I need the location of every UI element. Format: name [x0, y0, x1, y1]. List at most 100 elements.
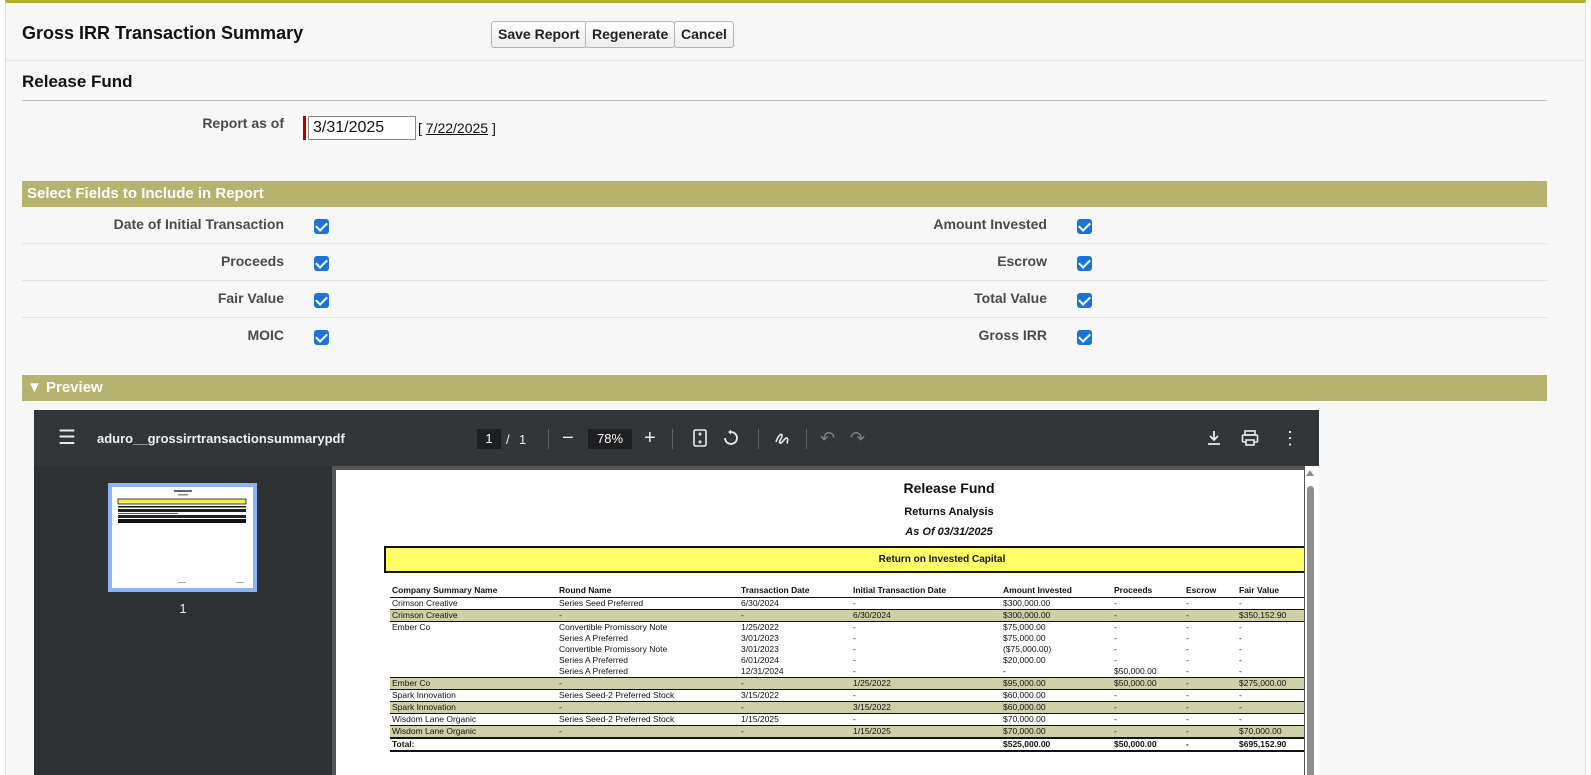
table-cell: Ember Co	[392, 621, 431, 632]
report-date-input[interactable]	[308, 116, 416, 140]
download-icon[interactable]	[1206, 429, 1222, 450]
field-label-fair-value: Fair Value	[217, 290, 284, 306]
table-cell: $50,000.00	[1114, 665, 1157, 676]
table-cell: 3/01/2023	[741, 643, 779, 654]
checkbox-moic[interactable]	[314, 330, 329, 345]
page-total: 1	[519, 432, 527, 447]
table-cell: -	[853, 621, 856, 632]
pdf-toolbar: ☰ aduro__grossirrtransactionsummarypdf 1…	[34, 410, 1319, 466]
page-thumbnail[interactable]	[108, 483, 257, 592]
table-cell: Crimson Creative	[390, 608, 557, 622]
preview-section-toggle[interactable]: ▼ Preview	[22, 375, 1547, 401]
table-cell: -	[739, 676, 851, 690]
column-header: Proceeds	[1112, 584, 1184, 598]
rotate-icon[interactable]	[722, 429, 740, 450]
table-cell: Series Seed-2 Preferred Stock	[559, 713, 675, 724]
table-cell	[557, 736, 739, 752]
table-cell: -	[1186, 632, 1189, 643]
table-cell: Series Seed Preferred	[559, 597, 644, 608]
table-cell: -	[1184, 676, 1237, 690]
report-as-of-label: Report as of	[202, 115, 284, 131]
summary-row: Spark Innovation - -3/15/2022 $60,000.00- - -	[390, 700, 1304, 714]
undo-icon[interactable]: ↶	[820, 429, 835, 447]
column-header: Escrow	[1184, 584, 1237, 598]
table-cell: $20,000.00	[1003, 654, 1046, 665]
table-cell: 3/15/2022	[851, 700, 1001, 714]
pdf-viewer: ☰ aduro__grossirrtransactionsummarypdf 1…	[34, 410, 1319, 775]
zoom-in-icon[interactable]: +	[644, 428, 656, 448]
section-divider	[22, 100, 1547, 101]
column-header: Amount Invested	[1001, 584, 1112, 598]
pdf-page: Release Fund Returns Analysis As Of 03/3…	[336, 470, 1304, 775]
redo-icon[interactable]: ↷	[850, 429, 865, 447]
table-cell: ($75,000.00)	[1003, 643, 1052, 654]
more-icon[interactable]: ⋮	[1281, 429, 1299, 447]
table-cell: $300,000.00	[1001, 608, 1112, 622]
checkbox-fair-value[interactable]	[314, 293, 329, 308]
table-cell: -	[1114, 654, 1117, 665]
page-number-input[interactable]: 1	[477, 429, 501, 449]
table-cell: $50,000.00	[1112, 676, 1184, 690]
column-header: Initial Transaction Date	[851, 584, 1001, 598]
table-cell: -	[853, 597, 856, 608]
table-cell: Series Seed-2 Preferred Stock	[559, 689, 675, 700]
table-cell: -	[853, 713, 856, 724]
table-cell: -	[1114, 689, 1117, 700]
table-cell: -	[1239, 654, 1242, 665]
checkbox-total-value[interactable]	[1077, 293, 1092, 308]
field-label-amount-invested: Amount Invested	[933, 216, 1047, 232]
table-cell: $70,000.00	[1003, 713, 1046, 724]
table-cell: -	[739, 724, 851, 738]
table-cell	[390, 655, 557, 666]
table-cell: Wisdom Lane Organic	[390, 724, 557, 738]
checkbox-amount-invested[interactable]	[1077, 219, 1092, 234]
fit-page-icon[interactable]	[692, 429, 708, 450]
field-label-gross-irr: Gross IRR	[978, 327, 1047, 343]
table-cell: -	[1186, 713, 1189, 724]
annotate-icon[interactable]	[774, 429, 792, 450]
regenerate-button[interactable]: Regenerate	[585, 21, 676, 48]
table-cell: -	[1186, 654, 1189, 665]
checkbox-proceeds[interactable]	[314, 256, 329, 271]
table-cell: -	[1239, 632, 1242, 643]
table-cell	[390, 644, 557, 655]
table-cell: -	[1184, 724, 1237, 738]
report-banner-text: Return on Invested Capital	[878, 554, 1006, 565]
checkbox-date-initial-transaction[interactable]	[314, 219, 329, 234]
scroll-up-icon[interactable]	[1306, 470, 1314, 476]
column-header: Transaction Date	[739, 584, 851, 598]
summary-row: Ember Co - -1/25/2022 $95,000.00 $50,000.00-…	[390, 676, 1304, 690]
save-report-button[interactable]: Save Report	[491, 21, 587, 48]
table-cell: Spark Innovation	[390, 700, 557, 714]
menu-icon[interactable]: ☰	[58, 428, 76, 448]
summary-row: Crimson Creative - -6/30/2024 $300,000.00- -…	[390, 608, 1304, 622]
toolbar-divider	[806, 429, 807, 449]
today-bracket-close: ]	[491, 120, 496, 136]
table-cell: $525,000.00	[1001, 736, 1112, 752]
table-cell: 6/01/2024	[741, 654, 779, 665]
table-cell: -	[1184, 736, 1237, 752]
zoom-out-icon[interactable]: −	[562, 428, 574, 448]
table-cell: $70,000.00	[1237, 724, 1304, 738]
today-date-link[interactable]: 7/22/2025	[426, 120, 488, 136]
pdf-filename: aduro__grossirrtransactionsummarypdf	[97, 431, 345, 446]
table-cell: -	[1114, 632, 1117, 643]
print-icon[interactable]	[1241, 429, 1259, 450]
zoom-level-input[interactable]: 78%	[588, 429, 632, 449]
app-frame: Gross IRR Transaction Summary Save Repor…	[5, 0, 1586, 775]
table-cell: Ember Co	[390, 676, 557, 690]
pdf-scrollbar-thumb[interactable]	[1307, 486, 1314, 775]
cancel-button[interactable]: Cancel	[674, 21, 734, 48]
table-cell: -	[1186, 621, 1189, 632]
table-cell	[390, 633, 557, 644]
table-cell: -	[1114, 621, 1117, 632]
checkbox-escrow[interactable]	[1077, 256, 1092, 271]
table-cell: -	[739, 700, 851, 714]
table-cell: Convertible Promissory Note	[559, 621, 668, 632]
checkbox-gross-irr[interactable]	[1077, 330, 1092, 345]
fields-section-header: Select Fields to Include in Report	[22, 181, 1547, 207]
table-cell: Series A Preferred	[559, 654, 628, 665]
table-cell: -	[1239, 597, 1242, 608]
table-cell: -	[1114, 597, 1117, 608]
table-cell: -	[1239, 643, 1242, 654]
